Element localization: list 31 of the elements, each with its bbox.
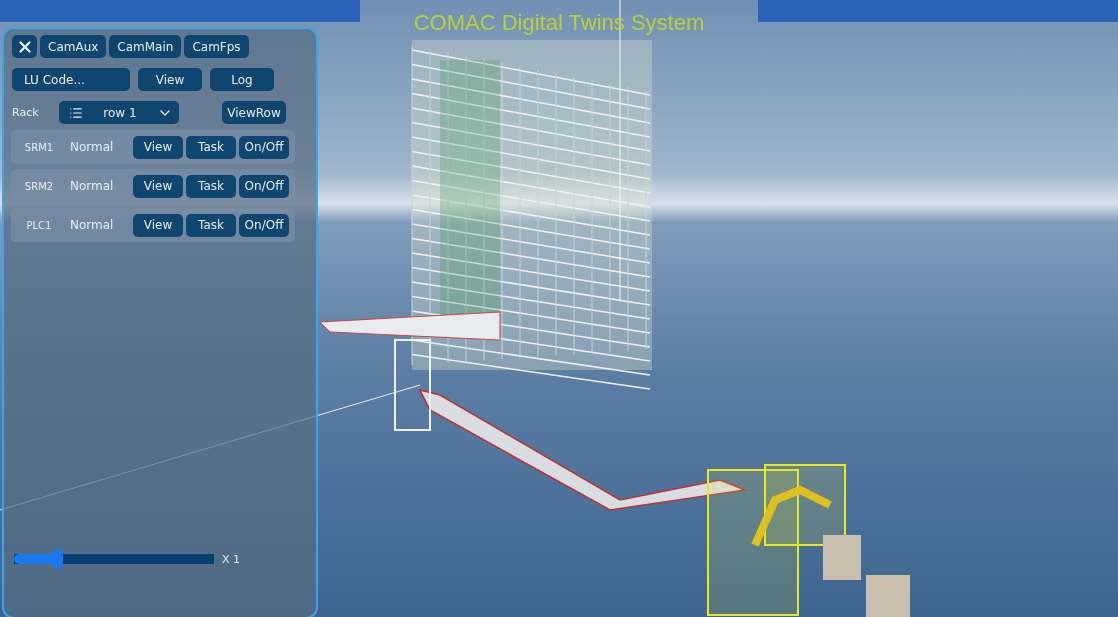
slider-thumb[interactable] [53,549,63,569]
device-name: SRM2 [23,180,55,192]
device-button[interactable]: On/Off [239,213,289,237]
lu-code-field[interactable]: LU Code... [12,68,130,91]
device-status: Normal [70,218,115,232]
device-status: Normal [70,179,115,193]
camera-button[interactable]: CamFps [184,35,249,58]
device-button[interactable]: Task [186,174,236,198]
device-name: SRM1 [23,141,55,153]
close-button[interactable] [12,35,37,58]
lu-button[interactable]: Log [210,68,274,91]
device-button[interactable]: On/Off [239,174,289,198]
device-button[interactable]: On/Off [239,135,289,159]
camera-button[interactable]: CamAux [40,35,107,58]
device-button[interactable]: Task [186,213,236,237]
lu-button[interactable]: View [138,68,202,91]
rack-value: row 1 [103,105,137,120]
device-button[interactable]: View [133,213,183,237]
rack-select[interactable]: row 1 [59,101,179,124]
speed-reading: X 1 [222,552,241,566]
view-row-button[interactable]: ViewRow [222,101,286,124]
list-icon [69,105,83,120]
device-name: PLC1 [25,219,53,231]
speed-slider[interactable] [14,549,214,569]
device-button[interactable]: View [133,174,183,198]
device-button[interactable]: Task [186,135,236,159]
app-title: COMAC Digital Twins System [413,10,705,36]
device-status: Normal [70,140,115,154]
rack-label: Rack [12,106,40,119]
device-button[interactable]: View [133,135,183,159]
camera-button[interactable]: CamMain [109,35,182,58]
